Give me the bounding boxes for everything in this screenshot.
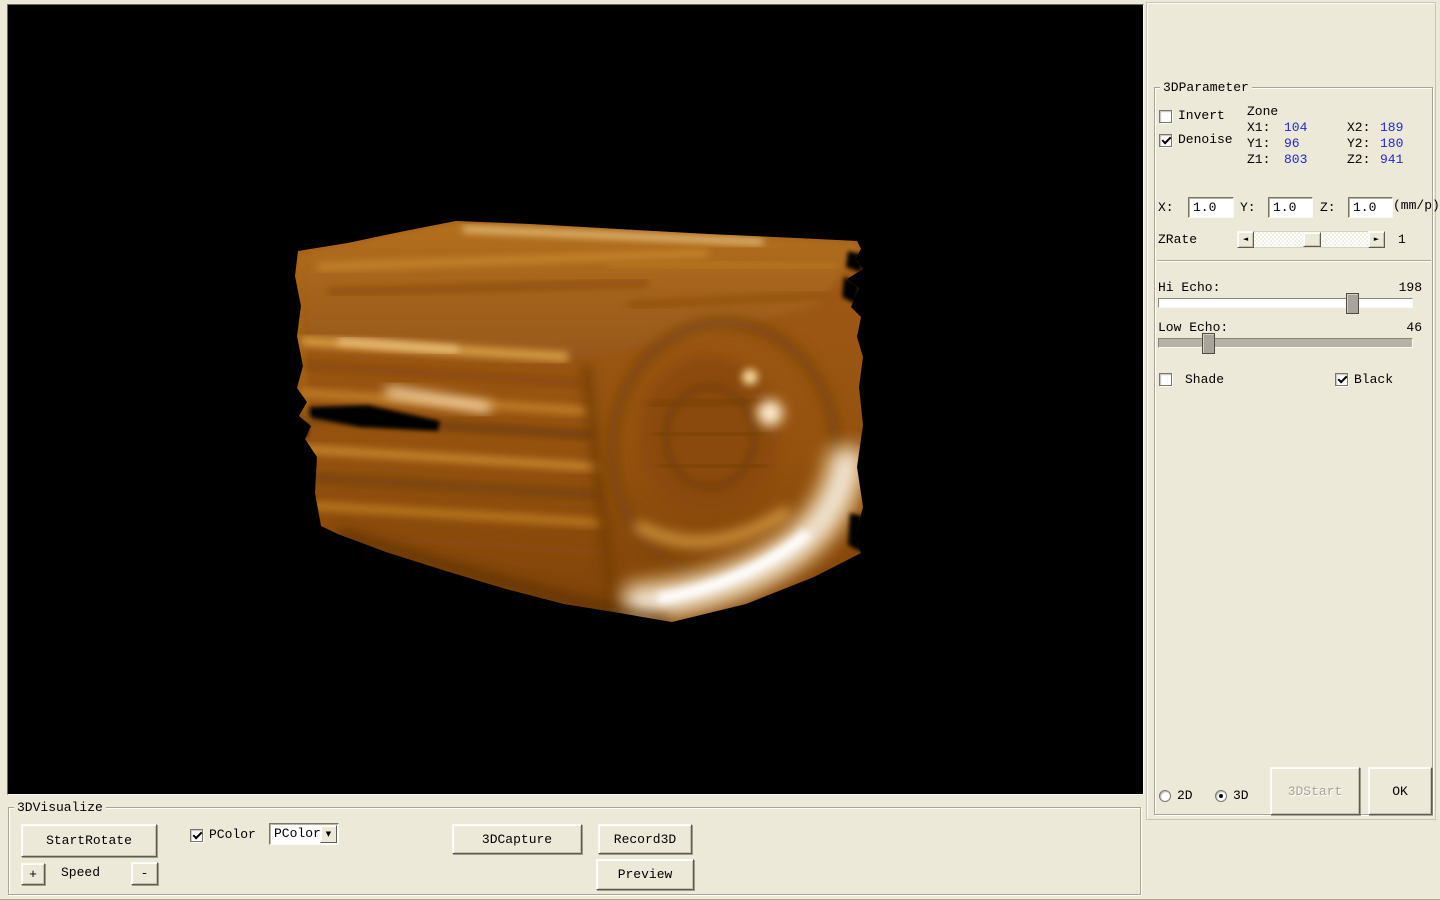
denoise-checkbox[interactable]: [1159, 134, 1172, 147]
zone-x2-label: X2:: [1347, 120, 1370, 135]
zone-y1-value: 96: [1284, 136, 1300, 151]
scale-x-input[interactable]: 1.0: [1188, 197, 1234, 218]
low-echo-label: Low Echo:: [1158, 320, 1228, 335]
dropdown-arrow-icon[interactable]: ▼: [320, 825, 337, 843]
volume-render: [8, 5, 1144, 794]
zone-z2-label: Z2:: [1347, 152, 1370, 167]
pcolor-dropdown-value: PColor: [274, 826, 321, 842]
mode-2d-label: 2D: [1177, 788, 1193, 803]
mode-3d-label: 3D: [1233, 788, 1249, 803]
zone-x1-value: 104: [1284, 120, 1307, 135]
preview-button[interactable]: Preview: [596, 859, 694, 890]
parameter-panel: 3DParameter Invert Denoise Zone X1: 104 …: [1146, 2, 1436, 820]
start3d-button[interactable]: 3DStart: [1270, 767, 1360, 815]
app-window: { "right_panel": { "group_title": "3DPar…: [0, 0, 1440, 900]
scale-y-input[interactable]: 1.0: [1268, 197, 1313, 218]
black-checkbox[interactable]: [1335, 373, 1348, 386]
shade-checkbox[interactable]: [1159, 373, 1172, 386]
record3d-button[interactable]: Record3D: [598, 824, 692, 854]
scale-x-label: X:: [1158, 200, 1174, 215]
render-viewport[interactable]: [7, 4, 1144, 795]
visualize-group-title: 3DVisualize: [14, 800, 106, 815]
zone-title: Zone: [1247, 104, 1278, 119]
pcolor-label: PColor: [209, 827, 256, 842]
separator-line: [1157, 260, 1431, 262]
invert-label: Invert: [1178, 108, 1225, 123]
zrate-label: ZRate: [1158, 232, 1197, 247]
mode-3d-radio[interactable]: [1215, 790, 1227, 802]
zone-x1-label: X1:: [1247, 120, 1270, 135]
zone-y1-label: Y1:: [1247, 136, 1270, 151]
mode-2d-radio[interactable]: [1159, 790, 1171, 802]
zrate-track[interactable]: [1254, 231, 1368, 248]
zrate-right-arrow-icon[interactable]: ►: [1368, 231, 1385, 248]
zone-x2-value: 189: [1380, 120, 1403, 135]
scale-unit-label: (mm/p): [1393, 198, 1440, 213]
hi-echo-value: 198: [1382, 280, 1422, 295]
scale-z-input[interactable]: 1.0: [1348, 197, 1393, 218]
low-echo-track[interactable]: [1158, 338, 1413, 348]
zrate-value: 1: [1398, 232, 1406, 247]
parameter-group-title: 3DParameter: [1160, 80, 1252, 95]
pcolor-dropdown[interactable]: PColor ▼: [269, 823, 339, 845]
low-echo-thumb[interactable]: [1202, 333, 1215, 354]
pcolor-checkbox[interactable]: [190, 829, 203, 842]
speed-label: Speed: [61, 865, 100, 880]
zone-z1-label: Z1:: [1247, 152, 1270, 167]
zone-z2-value: 941: [1380, 152, 1403, 167]
capture3d-button[interactable]: 3DCapture: [452, 824, 582, 854]
low-echo-value: 46: [1382, 320, 1422, 335]
hi-echo-track[interactable]: [1158, 298, 1413, 308]
zone-y2-label: Y2:: [1347, 136, 1370, 151]
ok-button[interactable]: OK: [1368, 767, 1432, 815]
zrate-thumb[interactable]: [1303, 232, 1321, 247]
hi-echo-label: Hi Echo:: [1158, 280, 1220, 295]
zrate-scrollbar[interactable]: ◄ ►: [1237, 231, 1385, 248]
invert-checkbox[interactable]: [1159, 110, 1172, 123]
zone-z1-value: 803: [1284, 152, 1307, 167]
denoise-label: Denoise: [1178, 132, 1233, 147]
visualize-groupbox: 3DVisualize StartRotate + Speed - PColor…: [8, 807, 1141, 895]
speed-plus-button[interactable]: +: [21, 863, 45, 885]
speed-minus-button[interactable]: -: [131, 862, 158, 885]
parameter-groupbox: 3DParameter Invert Denoise Zone X1: 104 …: [1154, 87, 1433, 815]
scale-y-label: Y:: [1240, 200, 1256, 215]
hi-echo-thumb[interactable]: [1346, 293, 1359, 314]
zrate-left-arrow-icon[interactable]: ◄: [1237, 231, 1254, 248]
scale-z-label: Z:: [1320, 200, 1336, 215]
zone-y2-value: 180: [1380, 136, 1403, 151]
shade-label: Shade: [1185, 372, 1224, 387]
start-rotate-button[interactable]: StartRotate: [21, 824, 157, 857]
black-label: Black: [1354, 372, 1393, 387]
